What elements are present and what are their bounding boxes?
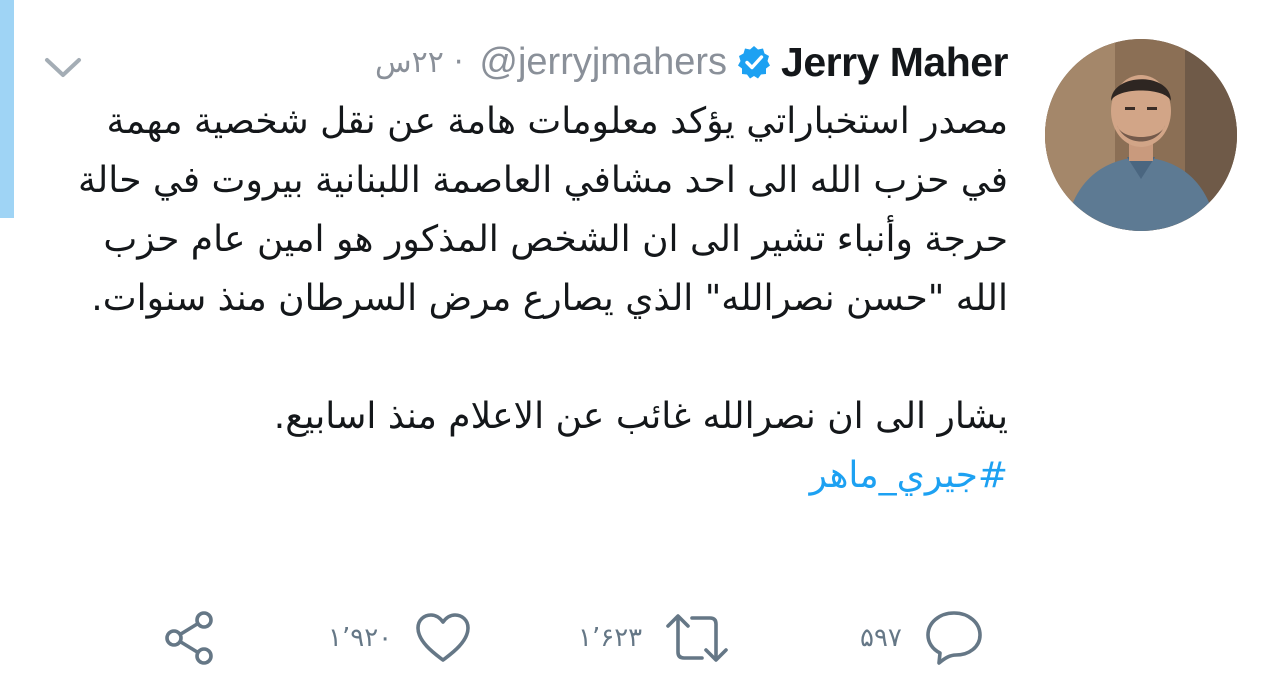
tweet-paragraph-1: مصدر استخباراتي يؤكد معلومات هامة عن نقل… (77, 101, 1008, 319)
hashtag-link[interactable]: #جيري_ماهر (810, 455, 1008, 496)
reply-count: ۵۹۷ (860, 623, 902, 653)
verified-badge-icon (738, 46, 771, 79)
tweet-actions: ۱٬۹۲۰ ۱٬۶۲۳ ۵۹۷ (160, 606, 1010, 670)
like-count: ۱٬۹۲۰ (328, 623, 393, 653)
user-handle[interactable]: @jerryjmahers (479, 41, 727, 84)
header-separator: · (453, 44, 464, 80)
retweet-action[interactable]: ۱٬۶۲۳ (578, 606, 730, 670)
reply-action[interactable]: ۵۹۷ (860, 606, 984, 670)
share-action[interactable] (160, 606, 220, 670)
tweet-paragraph-2: يشار الى ان نصرالله غائب عن الاعلام منذ … (273, 396, 1008, 437)
chevron-down-icon[interactable] (44, 56, 82, 80)
share-icon[interactable] (160, 608, 220, 668)
tweet-header: ۲۲س · @jerryjmahers Jerry Maher (375, 36, 1008, 88)
heart-icon[interactable] (414, 611, 472, 665)
display-name[interactable]: Jerry Maher (781, 39, 1008, 86)
retweet-icon[interactable] (664, 612, 730, 664)
reply-icon[interactable] (924, 609, 984, 667)
retweet-count: ۱٬۶۲۳ (578, 623, 643, 653)
avatar[interactable] (1045, 39, 1237, 231)
tweet-body: مصدر استخباراتي يؤكد معلومات هامة عن نقل… (48, 92, 1008, 505)
like-action[interactable]: ۱٬۹۲۰ (328, 606, 472, 670)
tweet-time[interactable]: ۲۲س (375, 45, 444, 80)
thread-indicator-bar (0, 0, 14, 218)
